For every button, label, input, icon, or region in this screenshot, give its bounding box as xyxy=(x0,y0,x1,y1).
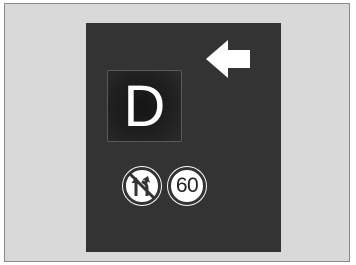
gear-position-indicator: D xyxy=(107,70,182,142)
instrument-display: D 60 xyxy=(86,23,281,252)
gear-letter: D xyxy=(123,74,166,139)
figure-frame: D 60 xyxy=(4,3,350,262)
left-arrow-icon xyxy=(206,40,250,78)
speed-limit-value: 60 xyxy=(175,174,199,197)
no-overtaking-sign-icon xyxy=(122,166,162,206)
no-overtaking-symbol xyxy=(123,167,161,205)
speed-limit-sign: 60 xyxy=(167,166,207,206)
